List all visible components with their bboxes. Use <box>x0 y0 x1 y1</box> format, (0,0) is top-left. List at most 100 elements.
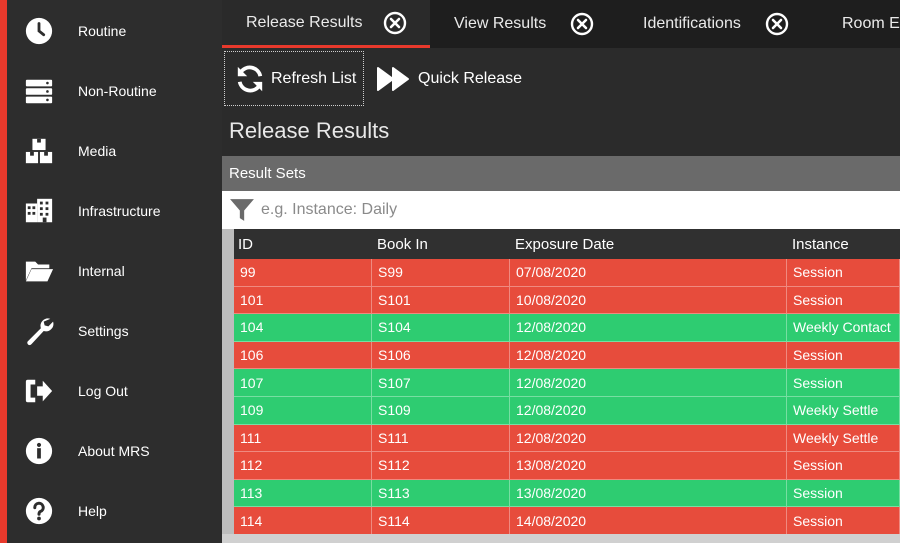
cell-id: 114 <box>234 507 372 535</box>
info-icon <box>23 435 55 467</box>
sidebar-item-media[interactable]: Media <box>7 121 222 181</box>
filter-input[interactable] <box>261 195 861 225</box>
table-row[interactable]: 99 S99 07/08/2020 Session <box>222 259 900 287</box>
sidebar-item-settings[interactable]: Settings <box>7 301 222 361</box>
row-gutter <box>222 424 234 453</box>
cell-instance: Weekly Settle <box>787 396 900 425</box>
cell-exposure-date: 12/08/2020 <box>510 424 787 453</box>
tab-view-results[interactable]: View Results <box>454 0 614 48</box>
row-gutter <box>222 507 234 535</box>
quick-release-label: Quick Release <box>418 69 523 87</box>
row-gutter <box>222 341 234 370</box>
cell-instance: Session <box>787 286 900 315</box>
cell-exposure-date: 12/08/2020 <box>510 369 787 397</box>
sidebar-item-label: Settings <box>78 323 129 339</box>
filter-bar <box>222 191 900 229</box>
sidebar: Routine Non-Routine Media Infrastructure… <box>0 0 222 543</box>
column-header-id[interactable]: ID <box>238 229 253 259</box>
table-row[interactable]: 101 S101 10/08/2020 Session <box>222 286 900 315</box>
tab-room-ec[interactable]: Room Ec <box>842 0 900 48</box>
quick-release-button[interactable]: Quick Release <box>374 51 534 106</box>
cell-id: 111 <box>234 424 372 453</box>
cell-exposure-date: 13/08/2020 <box>510 452 787 480</box>
folder-open-icon <box>23 255 55 287</box>
cell-id: 109 <box>234 396 372 425</box>
table-row[interactable]: 109 S109 12/08/2020 Weekly Settle <box>222 396 900 425</box>
main-panel: Release Results View Results Identificat… <box>222 0 900 543</box>
cell-book-in: S107 <box>372 369 510 397</box>
cell-instance: Session <box>787 369 900 397</box>
sidebar-item-label: Log Out <box>78 383 128 399</box>
sidebar-item-internal[interactable]: Internal <box>7 241 222 301</box>
cell-exposure-date: 13/08/2020 <box>510 479 787 508</box>
row-gutter <box>222 479 234 508</box>
close-icon[interactable] <box>383 11 407 35</box>
cell-instance: Weekly Contact <box>787 314 900 342</box>
cell-book-in: S101 <box>372 286 510 315</box>
sidebar-item-label: Internal <box>78 263 125 279</box>
close-icon[interactable] <box>570 12 594 36</box>
cell-instance: Session <box>787 479 900 508</box>
tab-release-results[interactable]: Release Results <box>222 0 430 48</box>
column-header-exposure-date[interactable]: Exposure Date <box>515 229 614 259</box>
filter-icon <box>225 191 259 229</box>
sidebar-item-label: Routine <box>78 23 127 39</box>
boxes-icon <box>23 135 55 167</box>
cell-id: 112 <box>234 452 372 480</box>
cell-exposure-date: 07/08/2020 <box>510 259 787 287</box>
horizontal-scrollbar[interactable] <box>222 534 900 543</box>
question-icon <box>23 495 55 527</box>
tab-identifications[interactable]: Identifications <box>643 0 823 48</box>
cell-exposure-date: 14/08/2020 <box>510 507 787 535</box>
cell-exposure-date: 12/08/2020 <box>510 396 787 425</box>
table-row[interactable]: 107 S107 12/08/2020 Session <box>222 369 900 397</box>
sidebar-item-log-out[interactable]: Log Out <box>7 361 222 421</box>
sidebar-item-label: Infrastructure <box>78 203 161 219</box>
cell-instance: Weekly Settle <box>787 424 900 453</box>
cell-book-in: S104 <box>372 314 510 342</box>
close-icon[interactable] <box>765 12 789 36</box>
table-row[interactable]: 111 S111 12/08/2020 Weekly Settle <box>222 424 900 453</box>
sidebar-item-label: Non-Routine <box>78 83 157 99</box>
row-gutter <box>222 314 234 342</box>
column-header-book-in[interactable]: Book In <box>377 229 428 259</box>
table-body: 99 S99 07/08/2020 Session 101 S101 10/08/2020 S… <box>222 259 900 535</box>
clock-icon <box>23 15 55 47</box>
tab-label: View Results <box>454 15 547 32</box>
cell-id: 101 <box>234 286 372 315</box>
sidebar-item-about[interactable]: About MRS <box>7 421 222 481</box>
cell-id: 106 <box>234 341 372 370</box>
tab-label: Identifications <box>643 15 741 32</box>
wrench-icon <box>23 315 55 347</box>
table-row[interactable]: 106 S106 12/08/2020 Session <box>222 341 900 370</box>
tab-label: Release Results <box>246 13 363 31</box>
table-row[interactable]: 113 S113 13/08/2020 Session <box>222 479 900 508</box>
cell-id: 104 <box>234 314 372 342</box>
sidebar-item-infrastructure[interactable]: Infrastructure <box>7 181 222 241</box>
fast-forward-icon <box>376 66 412 92</box>
table-row[interactable]: 112 S112 13/08/2020 Session <box>222 452 900 480</box>
sidebar-item-label: About MRS <box>78 443 150 459</box>
row-gutter <box>222 229 234 259</box>
refresh-list-label: Refresh List <box>271 69 357 87</box>
toolbar: Refresh List Quick Release <box>222 48 900 108</box>
building-icon <box>23 195 55 227</box>
cell-book-in: S99 <box>372 259 510 287</box>
table-row[interactable]: 114 S114 14/08/2020 Session <box>222 507 900 535</box>
sidebar-item-non-routine[interactable]: Non-Routine <box>7 61 222 121</box>
sidebar-item-help[interactable]: Help <box>7 481 222 541</box>
table-row[interactable]: 104 S104 12/08/2020 Weekly Contact <box>222 314 900 342</box>
cell-instance: Session <box>787 259 900 287</box>
sidebar-item-routine[interactable]: Routine <box>7 1 222 61</box>
sign-out-icon <box>23 375 55 407</box>
refresh-icon <box>235 64 265 94</box>
cell-instance: Session <box>787 452 900 480</box>
section-header: Result Sets <box>222 156 900 191</box>
row-gutter <box>222 452 234 480</box>
cell-instance: Session <box>787 341 900 370</box>
tab-label: Room Ec <box>842 15 900 32</box>
cell-id: 107 <box>234 369 372 397</box>
cell-book-in: S106 <box>372 341 510 370</box>
refresh-list-button[interactable]: Refresh List <box>224 51 364 106</box>
column-header-instance[interactable]: Instance <box>792 229 849 259</box>
